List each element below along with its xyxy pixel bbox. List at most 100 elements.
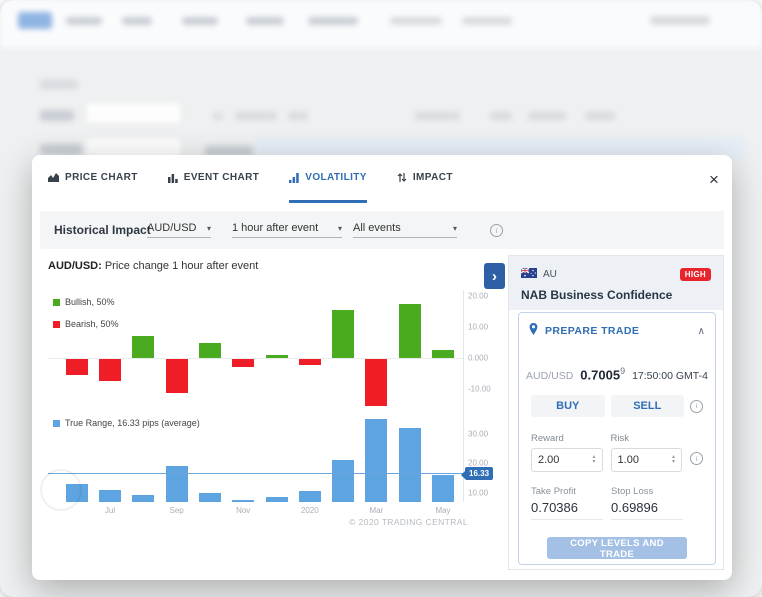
- info-icon[interactable]: i: [690, 400, 703, 413]
- y-axis-tick: 0.000: [468, 354, 488, 363]
- modal-tab-bar: PRICE CHART EVENT CHART VOLATILITY IMPACT: [48, 155, 453, 203]
- quote-time: 17:50:00 GMT-4: [632, 370, 708, 382]
- blurred-text: [528, 112, 566, 120]
- blurred-top-nav: [0, 0, 762, 48]
- blurred-nav-item: [122, 17, 152, 25]
- blurred-nav-item: [308, 17, 358, 25]
- risk-value: 1.00: [618, 454, 639, 466]
- bullish-bar: [132, 336, 154, 358]
- blurred-text: [288, 112, 308, 120]
- blurred-nav-item: [182, 17, 218, 25]
- sell-button[interactable]: SELL: [611, 395, 685, 417]
- blurred-nav-item: [462, 17, 512, 25]
- info-icon[interactable]: i: [490, 224, 503, 237]
- bearish-bar: [299, 359, 321, 365]
- impact-icon: [397, 172, 407, 183]
- legend-item: Bearish, 50%: [53, 317, 119, 331]
- chevron-down-icon: ▾: [207, 224, 211, 233]
- true-range-bar: [332, 460, 354, 502]
- chevron-right-icon: ›: [492, 268, 497, 285]
- collapse-icon[interactable]: ∧: [698, 326, 705, 337]
- bullish-bar: [199, 343, 221, 359]
- y-axis-tick: 10.00: [468, 323, 488, 332]
- app-window: PRICE CHART EVENT CHART VOLATILITY IMPACT ×…: [0, 0, 762, 597]
- blurred-nav-item: [66, 17, 102, 25]
- tab-label: IMPACT: [413, 172, 453, 183]
- take-profit-value: 0.70386: [531, 500, 603, 520]
- bearish-bar: [365, 359, 387, 406]
- legend-label: Bullish, 50%: [65, 297, 115, 307]
- tab-price-chart[interactable]: PRICE CHART: [48, 155, 138, 203]
- risk-input[interactable]: 1.00 ▴▾: [611, 448, 683, 472]
- reward-label: Reward: [531, 433, 603, 444]
- panel-toggle-button[interactable]: ›: [484, 263, 505, 289]
- true-range-bar: [199, 493, 221, 503]
- buy-button[interactable]: BUY: [531, 395, 605, 417]
- close-icon[interactable]: ×: [703, 169, 725, 191]
- x-axis-label: Nov: [236, 506, 250, 515]
- chevron-down-icon: ▾: [453, 224, 457, 233]
- pair-select[interactable]: AUD/USD ▾: [147, 222, 211, 238]
- blurred-nav-active-button: [18, 12, 52, 29]
- blurred-text: [235, 112, 277, 120]
- info-icon[interactable]: i: [690, 452, 703, 465]
- legend-swatch: [53, 420, 60, 427]
- blurred-nav-item: [650, 16, 710, 25]
- x-axis-label: Sep: [169, 506, 183, 515]
- x-axis-label: 2020: [301, 506, 319, 515]
- true-range-bar: [166, 466, 188, 502]
- price-change-legend: Bullish, 50% Bearish, 50%: [53, 295, 119, 339]
- x-axis-label: Mar: [370, 506, 384, 515]
- blurred-text: [585, 112, 615, 120]
- stepper-icon[interactable]: ▴▾: [593, 455, 596, 465]
- tab-event-chart[interactable]: EVENT CHART: [168, 155, 260, 203]
- legend-item: True Range, 16.33 pips (average): [53, 416, 200, 430]
- toolbar-title: Historical Impact: [54, 223, 151, 237]
- blurred-text: [40, 80, 78, 89]
- y-axis-tick: -10.00: [468, 385, 491, 394]
- tab-volatility[interactable]: VOLATILITY: [289, 155, 367, 203]
- price-row: AUD/USD 0.70059 17:50:00 GMT-4: [519, 366, 715, 382]
- legend-label: Bearish, 50%: [65, 319, 119, 329]
- event-panel: AU HIGH NAB Business Confidence PREPARE …: [508, 255, 724, 570]
- true-range-bar: [232, 500, 254, 502]
- blurred-text: [40, 144, 82, 155]
- y-axis-tick: 20.00: [468, 292, 488, 301]
- select-value: AUD/USD: [147, 222, 197, 234]
- event-header: AU HIGH NAB Business Confidence: [509, 256, 723, 310]
- reward-input[interactable]: 2.00 ▴▾: [531, 448, 603, 472]
- prepare-trade-title: PREPARE TRADE: [545, 325, 691, 337]
- bullish-bar: [266, 355, 288, 358]
- reward-value: 2.00: [538, 454, 559, 466]
- true-range-bar: [399, 428, 421, 502]
- event-filter-select[interactable]: All events ▾: [353, 222, 457, 238]
- average-value-badge: 16.33: [465, 467, 493, 480]
- tab-label: EVENT CHART: [184, 172, 260, 183]
- bullish-bar: [332, 310, 354, 358]
- watermark-circle: [40, 469, 82, 511]
- chart-title-rest: Price change 1 hour after event: [102, 260, 259, 272]
- stepper-icon[interactable]: ▴▾: [672, 455, 675, 465]
- true-range-bar: [132, 495, 154, 502]
- pin-icon: [529, 322, 538, 340]
- stop-loss-value: 0.69896: [611, 500, 683, 520]
- select-value: All events: [353, 222, 401, 234]
- tab-label: VOLATILITY: [305, 172, 367, 183]
- bearish-bar: [232, 359, 254, 367]
- true-range-bar: [299, 491, 321, 502]
- chart-title-pair: AUD/USD:: [48, 260, 102, 272]
- tab-impact[interactable]: IMPACT: [397, 155, 453, 203]
- blurred-text: [213, 113, 223, 120]
- bullish-bar: [399, 304, 421, 358]
- true-range-bar: [432, 475, 454, 502]
- price-value: 0.70059: [580, 366, 625, 382]
- time-horizon-select[interactable]: 1 hour after event▾: [232, 222, 342, 238]
- historical-impact-toolbar: Historical Impact AUD/USD▾1 hour after e…: [40, 211, 724, 249]
- volatility-icon: [289, 173, 299, 183]
- risk-label: Risk: [611, 433, 683, 444]
- event-title: NAB Business Confidence: [521, 288, 711, 302]
- chevron-down-icon: ▾: [338, 224, 342, 233]
- country-code: AU: [543, 269, 674, 280]
- copyright-label: © 2020 TRADING CENTRAL: [282, 517, 468, 527]
- copy-levels-and-trade-button[interactable]: COPY LEVELS AND TRADE: [547, 537, 687, 559]
